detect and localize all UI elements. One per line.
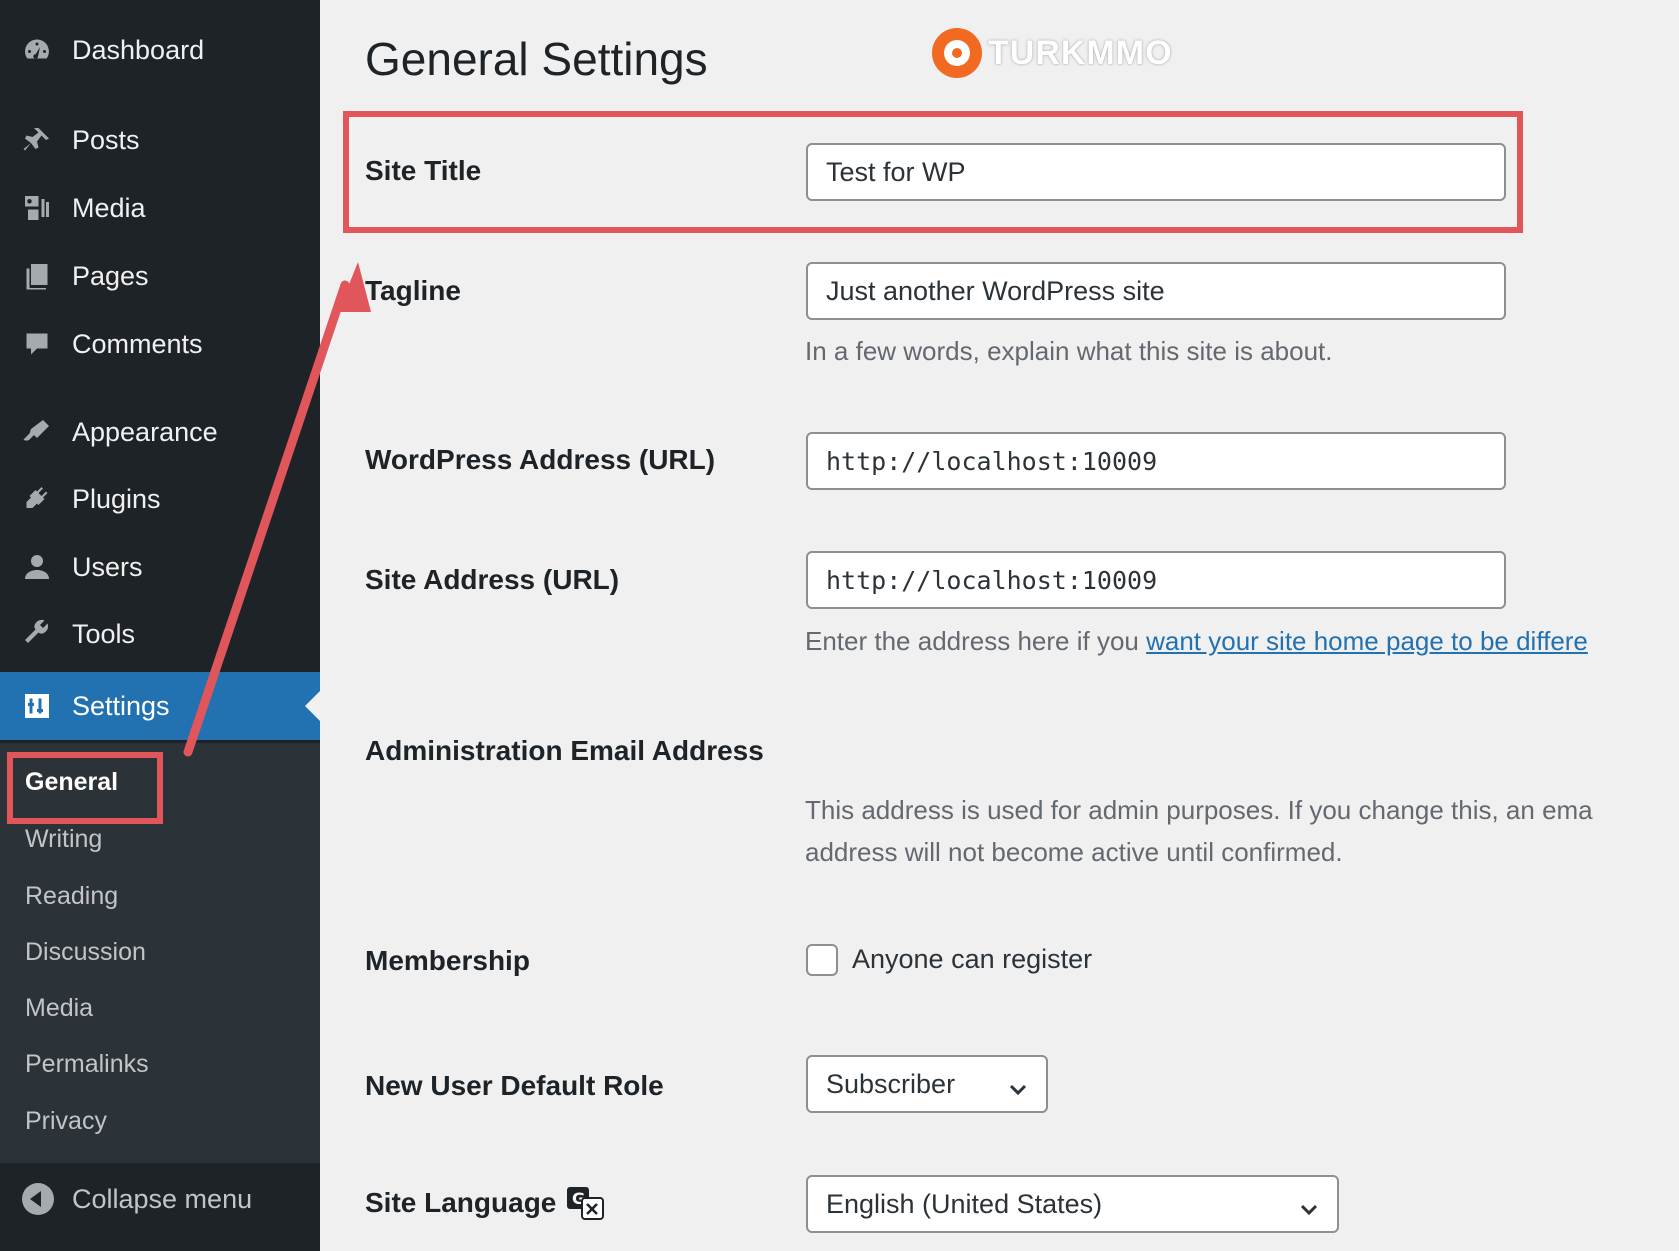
menu-item-pages[interactable]: Pages: [0, 246, 320, 306]
collapse-menu-label: Collapse menu: [72, 1184, 253, 1214]
membership-label: Membership: [365, 945, 530, 976]
site-language-select[interactable]: English (United States): [806, 1175, 1339, 1233]
general-highlight-box: [7, 752, 163, 824]
menu-item-dashboard[interactable]: Dashboard: [0, 20, 320, 80]
dashboard-icon: [20, 33, 54, 67]
menu-label-settings: Settings: [72, 690, 170, 721]
current-menu-arrow: [305, 691, 320, 721]
settings-icon: [20, 689, 54, 723]
menu-item-posts[interactable]: Posts: [0, 110, 320, 170]
menu-item-plugins[interactable]: Plugins: [0, 469, 320, 529]
watermark-logo: TURKMMO: [932, 28, 1173, 78]
menu-label-pages: Pages: [72, 260, 149, 291]
submenu-media[interactable]: Media: [25, 994, 93, 1023]
wp-address-label: WordPress Address (URL): [365, 444, 716, 475]
site-language-value: English (United States): [826, 1188, 1103, 1219]
tagline-label: Tagline: [365, 275, 461, 306]
watermark-text: TURKMMO: [988, 33, 1173, 72]
anyone-can-register-checkbox[interactable]: [806, 944, 838, 976]
submenu-writing[interactable]: Writing: [25, 825, 102, 854]
admin-sidebar: Dashboard Posts Media Pages Comments App…: [0, 0, 320, 1251]
site-address-description: Enter the address here if you want your …: [805, 620, 1588, 662]
menu-item-settings[interactable]: Settings: [0, 672, 320, 740]
user-icon: [20, 550, 54, 584]
menu-item-comments[interactable]: Comments: [0, 314, 320, 374]
brush-icon: [20, 415, 54, 449]
anyone-can-register-label[interactable]: Anyone can register: [852, 944, 1092, 975]
submenu-privacy[interactable]: Privacy: [25, 1107, 107, 1136]
admin-email-description-line2: address will not become active until con…: [805, 837, 1343, 867]
menu-label-posts: Posts: [72, 124, 140, 155]
admin-email-description-line1: This address is used for admin purposes.…: [805, 795, 1593, 825]
site-language-row-label: Site Language G: [365, 1186, 605, 1220]
tagline-description: In a few words, explain what this site i…: [805, 336, 1333, 366]
page-title: General Settings: [365, 33, 708, 85]
site-address-input[interactable]: http://localhost:10009: [806, 551, 1506, 609]
chevron-down-icon: [1299, 1195, 1319, 1216]
menu-label-media: Media: [72, 192, 146, 223]
wp-address-input[interactable]: http://localhost:10009: [806, 432, 1506, 490]
default-role-label: New User Default Role: [365, 1070, 664, 1101]
wrench-icon: [20, 617, 54, 651]
submenu-reading[interactable]: Reading: [25, 882, 118, 911]
gamepad-logo-icon: [932, 28, 982, 78]
pin-icon: [20, 123, 54, 157]
menu-label-appearance: Appearance: [72, 416, 218, 447]
menu-item-media[interactable]: Media: [0, 178, 320, 238]
site-address-help-link[interactable]: want your site home page to be differe: [1146, 626, 1588, 656]
submenu-discussion[interactable]: Discussion: [25, 938, 146, 967]
site-language-label: Site Language: [365, 1187, 557, 1218]
collapse-arrow-icon: [22, 1183, 54, 1215]
menu-item-tools[interactable]: Tools: [0, 604, 320, 664]
menu-label-plugins: Plugins: [72, 483, 161, 514]
comment-icon: [20, 327, 54, 361]
site-title-highlight-box: [343, 111, 1523, 233]
menu-label-users: Users: [72, 551, 143, 582]
pages-icon: [20, 259, 54, 293]
media-icon: [20, 191, 54, 225]
admin-email-label: Administration Email Address: [365, 735, 764, 766]
submenu-permalinks[interactable]: Permalinks: [25, 1050, 149, 1079]
default-role-value: Subscriber: [826, 1068, 956, 1099]
menu-item-appearance[interactable]: Appearance: [0, 402, 320, 462]
chevron-down-icon: [1008, 1075, 1028, 1096]
site-address-label: Site Address (URL): [365, 564, 620, 595]
translation-icon: G: [566, 1186, 605, 1220]
menu-label-tools: Tools: [72, 618, 136, 649]
tagline-input[interactable]: Just another WordPress site: [806, 262, 1506, 320]
site-address-description-text: Enter the address here if you: [805, 626, 1147, 656]
plugin-icon: [20, 482, 54, 516]
collapse-menu-button[interactable]: Collapse menu: [0, 1168, 320, 1228]
menu-label-comments: Comments: [72, 328, 203, 359]
default-role-select[interactable]: Subscriber: [806, 1055, 1048, 1113]
menu-label-dashboard: Dashboard: [72, 34, 205, 65]
menu-item-users[interactable]: Users: [0, 537, 320, 597]
